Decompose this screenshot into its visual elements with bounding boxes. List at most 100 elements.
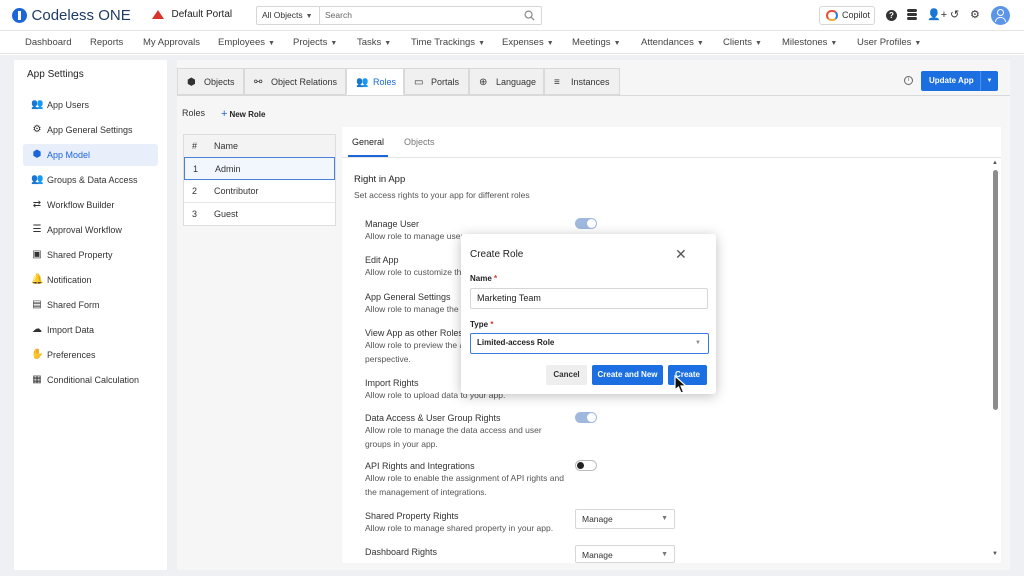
name-input[interactable]: Marketing Team [470,288,708,309]
table-row[interactable]: 2 Contributor [184,180,335,203]
name-label: Name * [470,274,498,283]
brand-logo[interactable]: Codeless ONE [12,7,131,24]
menu-item[interactable]: Milestones ▼ [782,31,837,54]
history-icon[interactable]: ↺ [950,8,959,21]
menu-item[interactable]: Reports [90,31,123,54]
sidebar-item-shared-form[interactable]: ▤ Shared Form [23,294,158,316]
menu-item[interactable]: Attendances ▼ [641,31,704,54]
scroll-down-arrow[interactable]: ▼ [992,551,998,557]
table-row[interactable]: 1 Admin [184,157,335,180]
table-row[interactable]: 3 Guest [184,203,335,226]
table-header: # Name [184,135,335,158]
sidebar-item-notification[interactable]: 🔔 Notification [23,269,158,291]
api-rights-toggle[interactable] [575,460,597,471]
avatar[interactable] [991,6,1010,25]
menu-item[interactable]: User Profiles ▼ [857,31,921,54]
chevron-down-icon: ▼ [384,40,392,47]
search-scope-dropdown[interactable]: All Objects ▼ [256,6,319,25]
perm-title: API Rights and Integrations [365,461,475,471]
sidebar-item-conditional-calculation[interactable]: ▦ Conditional Calculation [23,369,158,391]
perm-title: Dashboard Rights [365,547,438,557]
tab-objects[interactable]: ⬢ Objects [177,68,244,95]
type-select[interactable]: Limited-access Role ▼ [470,333,709,354]
roles-table: # Name 1 Admin 2 Contributor 3 Guest [183,134,336,226]
perm-title: Data Access & User Group Rights [365,413,501,423]
chevron-down-icon: ▼ [914,40,922,47]
menu-item[interactable]: Time Trackings ▼ [411,31,485,54]
help-icon[interactable]: ? [886,10,897,21]
update-app-button[interactable]: Update App ▼ [921,71,998,91]
portal-selector[interactable]: Default Portal [152,9,232,20]
tab-objects[interactable]: Objects [404,137,435,147]
menu-item[interactable]: Dashboard [25,31,71,54]
menu-item[interactable]: Expenses ▼ [502,31,554,54]
manage-user-toggle[interactable] [575,218,597,229]
sidebar-item-groups-and-data-access[interactable]: 👥 Groups & Data Access [23,169,158,191]
tabs-divider [177,95,1010,96]
sidebar-item-import-data[interactable]: ☁ Import Data [23,319,158,341]
perm-desc: Allow role to preview the a perspective. [365,340,465,364]
brand-name: Codeless ONE [31,7,131,24]
sidebar-item-shared-property[interactable]: ▣ Shared Property [23,244,158,266]
cube-icon: ⬢ [32,149,42,160]
type-label: Type * [470,320,494,329]
menu-item[interactable]: Tasks ▼ [357,31,391,54]
scrollbar-thumb[interactable] [993,170,998,410]
top-bar: Codeless ONE Default Portal All Objects ▼… [0,0,1024,31]
menu-item[interactable]: Employees ▼ [218,31,275,54]
chevron-down-icon: ▼ [478,40,485,47]
gear-icon[interactable]: ⚙ [970,8,980,21]
form-icon: ▤ [32,299,42,310]
calculator-icon: ▦ [32,374,42,385]
perm-title: Import Rights [365,378,419,388]
scroll-up-arrow[interactable]: ▲ [992,160,998,166]
data-access-toggle[interactable] [575,412,597,423]
chevron-down-icon: ▼ [695,340,701,346]
chevron-down-icon[interactable]: ▼ [980,71,998,91]
perm-title: Edit App [365,255,399,265]
tab-general[interactable]: General [352,137,384,147]
chevron-down-icon: ▼ [696,40,704,47]
chevron-down-icon: ▼ [830,40,838,47]
create-and-new-button[interactable]: Create and New [592,365,663,385]
close-icon[interactable]: ✕ [675,246,687,263]
add-user-icon[interactable]: 👤+ [927,8,947,21]
sidebar-item-app-general-settings[interactable]: ⚙ App General Settings [23,119,158,141]
dashboard-select[interactable]: Manage ▼ [575,545,675,563]
tab-roles[interactable]: 👥 Roles [346,68,404,95]
menu-item[interactable]: My Approvals [143,31,200,54]
copilot-button[interactable]: Copilot [819,6,875,25]
roles-label: Roles [182,108,206,118]
chevron-down-icon: ▼ [661,551,668,558]
tab-instances[interactable]: ≡ Instances [544,68,620,95]
perm-desc: Allow role to manage the data access and… [365,425,542,449]
cloud-upload-icon: ☁ [32,324,42,335]
relations-icon: ⚯ [254,77,263,88]
database-icon: ≡ [554,77,560,88]
sidebar-item-preferences[interactable]: ✋ Preferences [23,344,158,366]
section-desc: Set access rights to your app for differ… [354,190,530,200]
tab-language[interactable]: ⊕ Language [469,68,544,95]
mouse-cursor-icon [674,375,688,394]
workflow-icon: ⇄ [32,199,42,210]
menu-item[interactable]: Meetings ▼ [572,31,621,54]
sidebar-item-workflow-builder[interactable]: ⇄ Workflow Builder [23,194,158,216]
tab-portals[interactable]: ▭ Portals [404,68,469,95]
main-menu: Dashboard Reports My Approvals Employees ▼ Pr… [0,31,1024,54]
new-role-button[interactable]: + New Role [221,108,265,120]
database-icon[interactable] [907,9,917,21]
search-icon[interactable] [524,10,535,21]
sidebar-item-app-model[interactable]: ⬢ App Model [23,144,158,166]
search-input[interactable]: Search [319,6,542,25]
perm-title: View App as other Roles [365,328,463,338]
chevron-down-icon: ▼ [268,40,275,47]
tab-object-relations[interactable]: ⚯ Object Relations [244,68,346,95]
info-icon[interactable]: i [904,76,913,85]
shared-property-select[interactable]: Manage ▼ [575,509,675,529]
menu-item[interactable]: Clients ▼ [723,31,762,54]
sidebar-item-approval-workflow[interactable]: ☰ Approval Workflow [23,219,158,241]
menu-item[interactable]: Projects ▼ [293,31,337,54]
section-title: Right in App [354,174,406,185]
sidebar-item-app-users[interactable]: 👥 App Users [23,94,158,116]
cancel-button[interactable]: Cancel [546,365,587,385]
